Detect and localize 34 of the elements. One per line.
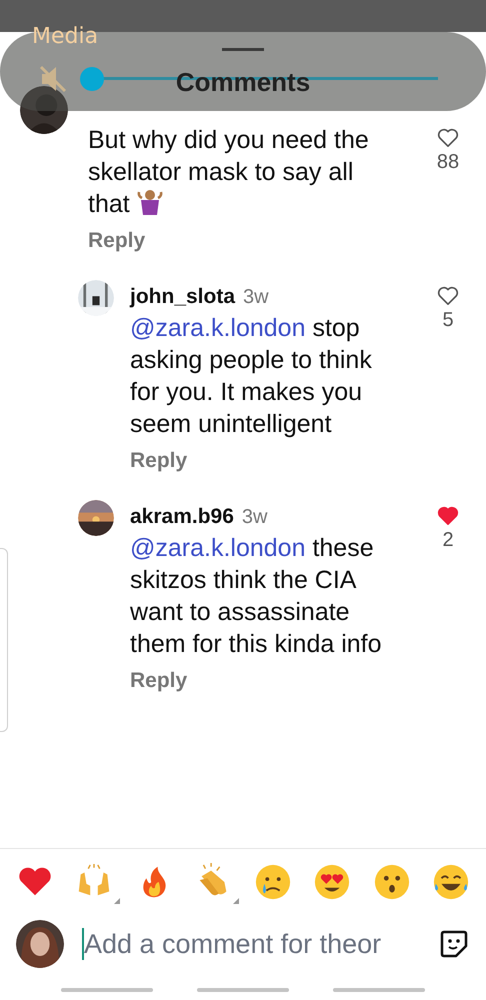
panel-grabber [222, 48, 264, 51]
sticker-icon[interactable] [438, 928, 470, 960]
username[interactable]: john_slota [130, 282, 236, 312]
like-count: 5 [442, 308, 454, 332]
comment-text: But why did you need the skellator mask to say all that [88, 125, 370, 220]
reply-button[interactable]: Reply [130, 666, 188, 696]
mention-link[interactable]: @zara.k.london [130, 314, 306, 342]
reply-button[interactable]: Reply [88, 226, 146, 256]
crying-face-icon[interactable] [254, 863, 292, 901]
mention-link[interactable]: @zara.k.london [130, 534, 306, 562]
nav-handle[interactable] [61, 988, 153, 992]
heart-icon[interactable] [437, 286, 459, 306]
laughing-face-icon[interactable] [432, 863, 470, 901]
surprised-face-icon[interactable] [372, 863, 411, 901]
like-count: 88 [436, 150, 460, 174]
heart-eyes-face-icon[interactable] [313, 863, 352, 901]
panel-title: Media [32, 23, 98, 51]
timestamp: 3w [243, 285, 269, 310]
heart-icon[interactable] [437, 128, 459, 148]
comment-text: @zara.k.london stop asking people to think for you. It makes you seem unintelligent [130, 313, 373, 440]
variants-indicator-icon [114, 898, 120, 904]
edge-handle[interactable] [0, 548, 8, 732]
nav-handle[interactable] [197, 988, 289, 992]
muted-speaker-icon[interactable] [38, 64, 68, 94]
reply-button[interactable]: Reply [130, 446, 188, 476]
nav-handle[interactable] [333, 988, 425, 992]
shrugging-person-icon [136, 188, 164, 216]
comment-input[interactable]: Add a comment for theor [82, 924, 420, 964]
timestamp: 3w [242, 505, 268, 530]
like-count: 2 [442, 528, 454, 552]
heart-icon[interactable] [437, 506, 459, 526]
variants-indicator-icon [233, 898, 240, 904]
username[interactable]: akram.b96 [130, 502, 234, 532]
comment-text: @zara.k.london these skitzos think the CIA want to assassinate them for this kinda info [130, 533, 383, 660]
